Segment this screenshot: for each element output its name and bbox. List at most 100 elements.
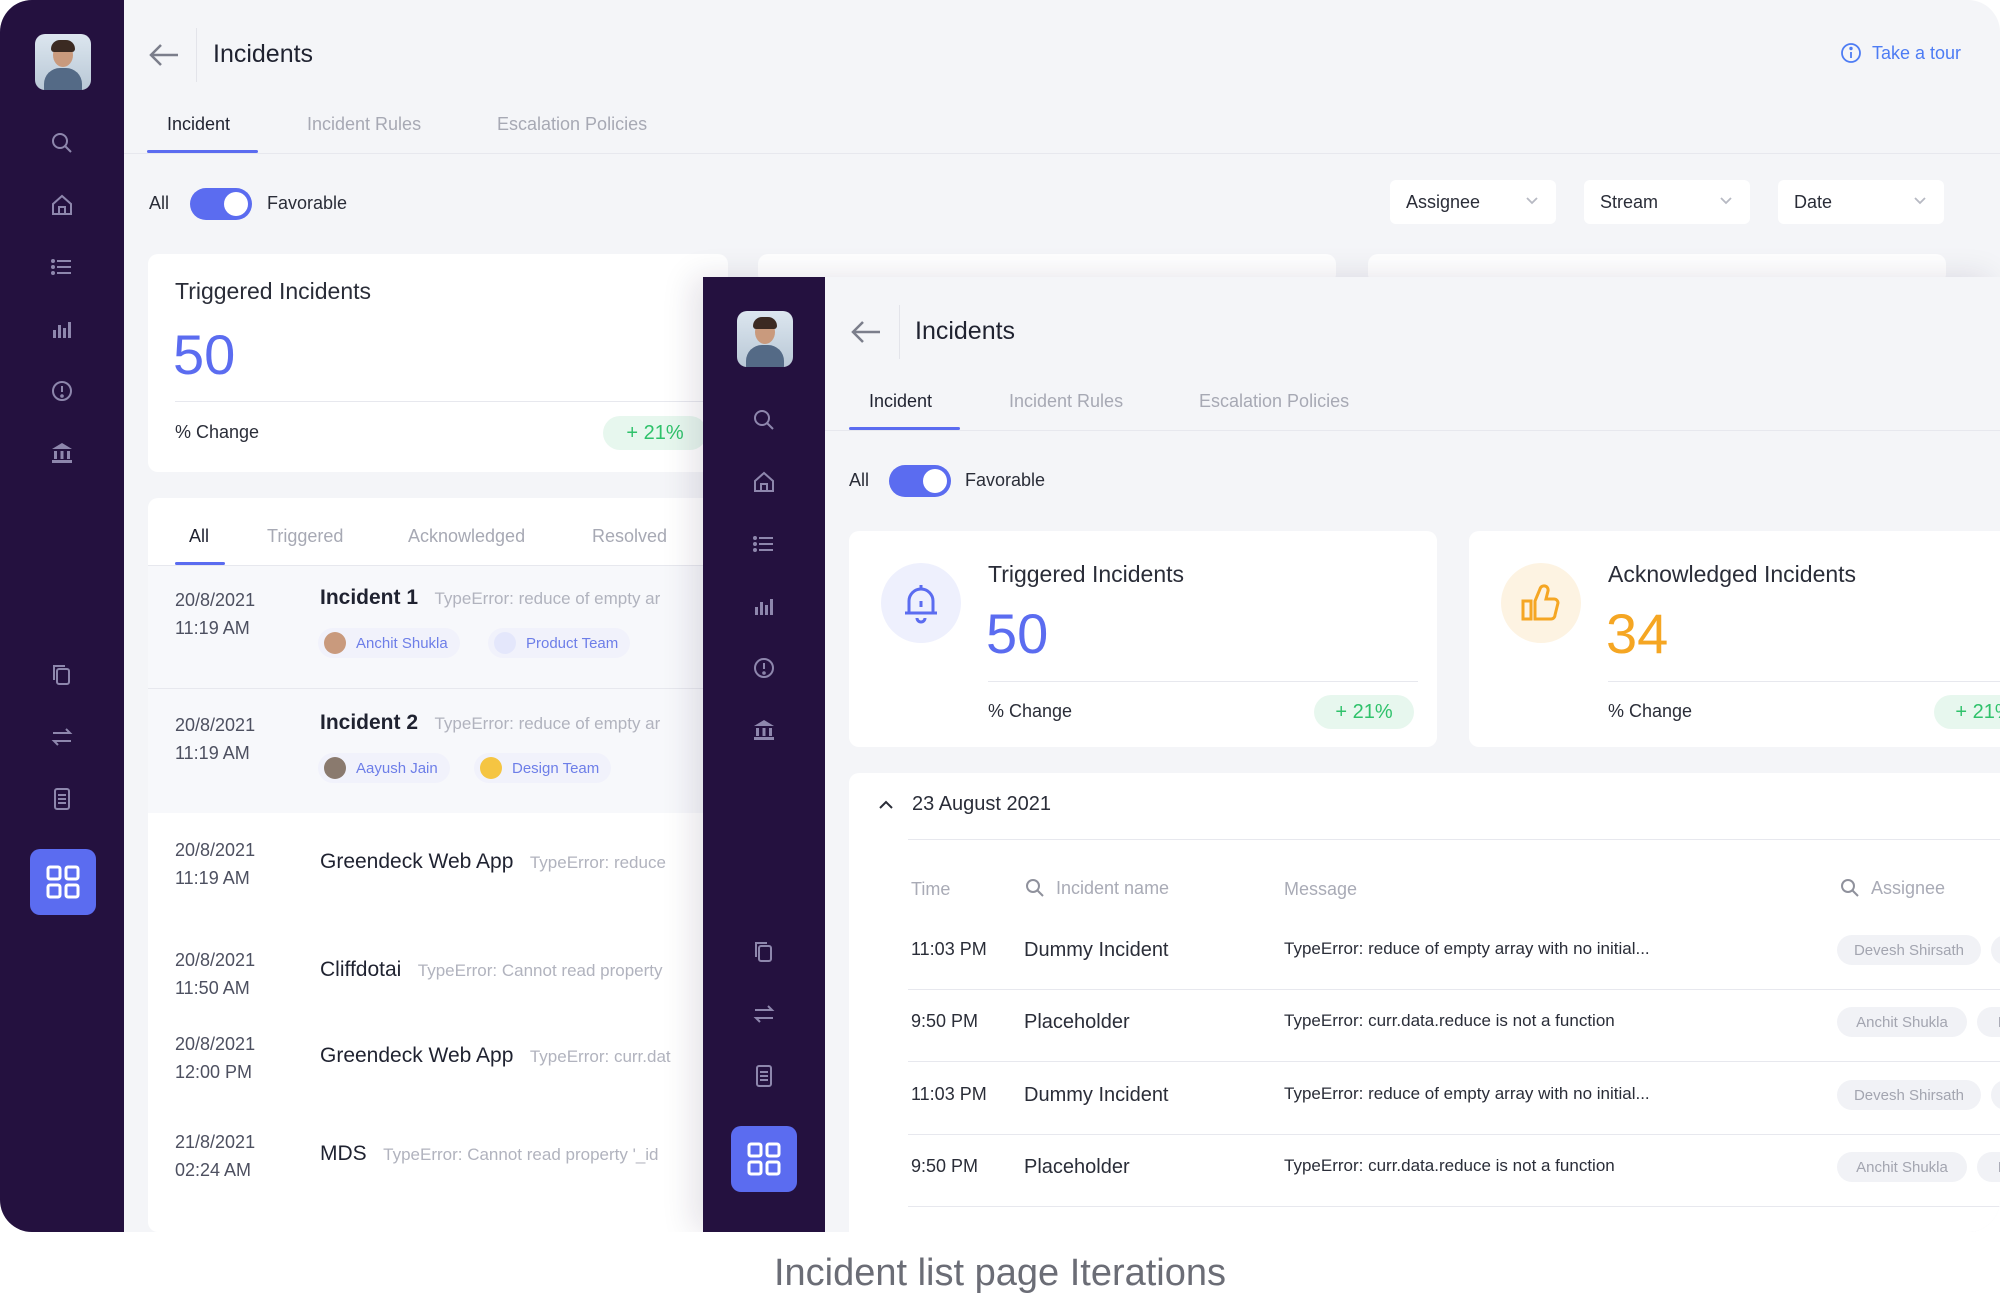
table-row[interactable]: 9:50 PM Placeholder TypeError: curr.data… <box>849 1124 2000 1196</box>
list-icon[interactable] <box>751 531 777 557</box>
team-chip[interactable]: Product Team <box>488 628 631 658</box>
col-message: Message <box>1284 879 1358 899</box>
stream-select[interactable]: Stream <box>1584 180 1750 224</box>
assignee-tag-extra[interactable]: Bh <box>1977 1152 2000 1182</box>
info-icon <box>1841 43 1861 63</box>
bell-icon <box>905 585 937 624</box>
incident-message: TypeError: reduce of empty ar <box>434 714 661 733</box>
list-tab-all[interactable]: All <box>189 526 209 547</box>
tab-escalation-policies[interactable]: Escalation Policies <box>497 114 647 135</box>
incident-title: Incident 2 <box>320 711 419 734</box>
chevron-down-icon <box>1720 197 1732 205</box>
incident-message: TypeError: reduce <box>529 853 666 872</box>
incident-message: TypeError: Cannot read property <box>417 961 663 980</box>
list-row-3[interactable]: 20/8/2021 11:19 AM Greendeck Web App Type… <box>148 832 728 928</box>
take-a-tour-link[interactable]: Take a tour <box>1840 42 1961 64</box>
list-tab-acknowledged[interactable]: Acknowledged <box>408 526 525 547</box>
list-row-4[interactable]: 20/8/2021 11:50 AM Cliffdotai TypeError: … <box>148 942 728 1026</box>
assignee-tag[interactable]: Anchit Shukla <box>1837 1152 1967 1182</box>
stat-value: 34 <box>1606 602 1669 665</box>
assignee-tag-extra[interactable]: Bh <box>1991 1080 2000 1110</box>
page-title: Incidents <box>915 317 1016 345</box>
bank-icon[interactable] <box>751 717 777 743</box>
assignee-chip[interactable]: Anchit Shukla <box>318 628 460 658</box>
assignee-select[interactable]: Assignee <box>1390 180 1556 224</box>
copy-icon[interactable] <box>751 939 777 965</box>
list-row-1[interactable]: 20/8/2021 11:19 AM Incident 1 TypeError: … <box>148 566 728 688</box>
list-row-5[interactable]: 20/8/2021 12:00 PM Greendeck Web App Type… <box>148 1026 728 1122</box>
assignee-tag[interactable]: Anchit Shukla <box>1837 1007 1967 1037</box>
document-icon[interactable] <box>751 1063 777 1089</box>
list-icon[interactable] <box>49 254 75 280</box>
stat-change-badge: + 21% <box>603 416 707 450</box>
copy-icon[interactable] <box>49 662 75 688</box>
incident-title: MDS <box>320 1142 367 1165</box>
front-user-avatar[interactable] <box>737 311 793 367</box>
filter-favorable-label: Favorable <box>965 470 1046 490</box>
home-icon[interactable] <box>49 192 75 218</box>
filter-all-label: All <box>149 193 170 213</box>
incidents-table-card: 23 August 2021 Time Incident name Messag… <box>849 773 2000 1232</box>
thumbs-up-icon <box>1521 584 1560 621</box>
list-row-2[interactable]: 20/8/2021 11:19 AM Incident 2 TypeError: … <box>148 689 728 813</box>
assignee-tag-extra[interactable]: Bh <box>1991 935 2000 965</box>
assignee-tag[interactable]: Devesh Shirsath <box>1837 1080 1981 1110</box>
list-tab-resolved[interactable]: Resolved <box>592 526 667 547</box>
filter-favorable-label: Favorable <box>267 193 348 213</box>
back-sidebar <box>0 0 124 1232</box>
thumbs-up-icon-badge <box>1501 563 1581 643</box>
alert-circle-icon[interactable] <box>751 655 777 681</box>
grid-icon <box>46 865 80 899</box>
incident-title: Cliffdotai <box>320 958 402 981</box>
alert-circle-icon[interactable] <box>49 378 75 404</box>
date-select[interactable]: Date <box>1778 180 1944 224</box>
list-tab-triggered[interactable]: Triggered <box>267 526 343 547</box>
tab-incident[interactable]: Incident <box>167 114 230 135</box>
search-icon[interactable] <box>751 407 777 433</box>
stat-change-badge: + 21% <box>1314 695 1414 729</box>
table-row[interactable]: 11:03 PM Dummy Incident TypeError: reduc… <box>849 907 2000 979</box>
team-chip[interactable]: Design Team <box>474 753 612 783</box>
transfer-icon[interactable] <box>751 1001 777 1027</box>
tab-incident-rules[interactable]: Incident Rules <box>307 114 421 135</box>
apps-grid-button[interactable] <box>30 849 96 915</box>
incident-title: Greendeck Web App <box>320 1044 514 1067</box>
search-icon[interactable] <box>49 130 75 156</box>
transfer-icon[interactable] <box>49 724 75 750</box>
home-icon[interactable] <box>751 469 777 495</box>
assignee-tag-extra[interactable]: Bh <box>1977 1007 2000 1037</box>
back-arrow-icon[interactable] <box>849 317 883 347</box>
incident-title: Greendeck Web App <box>320 850 514 873</box>
incident-message: TypeError: Cannot read property '_id <box>383 1145 659 1164</box>
assignee-chip[interactable]: Aayush Jain <box>318 753 450 783</box>
triggered-incidents-card: Triggered Incidents 50 % Change + 21% <box>849 531 1437 747</box>
tab-escalation-policies[interactable]: Escalation Policies <box>1199 391 1349 412</box>
back-triggered-card: Triggered Incidents 50 % Change + 21% <box>148 254 728 472</box>
favorable-toggle[interactable] <box>190 188 252 220</box>
stat-value: 50 <box>986 602 1049 665</box>
list-row-6[interactable]: 21/8/2021 02:24 AM MDS TypeError: Cannot … <box>148 1124 728 1220</box>
header-divider <box>196 28 197 82</box>
document-icon[interactable] <box>49 786 75 812</box>
col-assignee[interactable]: Assignee <box>1839 877 1945 899</box>
stat-change-label: % Change <box>175 422 260 442</box>
assignee-tag[interactable]: Devesh Shirsath <box>1837 935 1981 965</box>
group-date: 23 August 2021 <box>912 793 1052 815</box>
tab-incident-rules[interactable]: Incident Rules <box>1009 391 1123 412</box>
bank-icon[interactable] <box>49 440 75 466</box>
chart-icon[interactable] <box>49 316 75 342</box>
favorable-toggle[interactable] <box>889 465 951 497</box>
stat-title: Triggered Incidents <box>175 278 372 304</box>
apps-grid-button[interactable] <box>731 1126 797 1192</box>
incident-message: TypeError: curr.dat <box>529 1047 671 1066</box>
group-header[interactable]: 23 August 2021 <box>876 793 1051 816</box>
table-row[interactable]: 11:03 PM Dummy Incident TypeError: reduc… <box>849 1052 2000 1124</box>
incident-message: TypeError: reduce of empty ar <box>434 589 661 608</box>
col-incident-name[interactable]: Incident name <box>1024 877 1169 899</box>
back-user-avatar[interactable] <box>35 34 91 90</box>
back-arrow-icon[interactable] <box>147 40 181 70</box>
tab-incident[interactable]: Incident <box>869 391 932 412</box>
page-title: Incidents <box>213 40 314 68</box>
chart-icon[interactable] <box>751 593 777 619</box>
table-row[interactable]: 9:50 PM Placeholder TypeError: curr.data… <box>849 979 2000 1051</box>
